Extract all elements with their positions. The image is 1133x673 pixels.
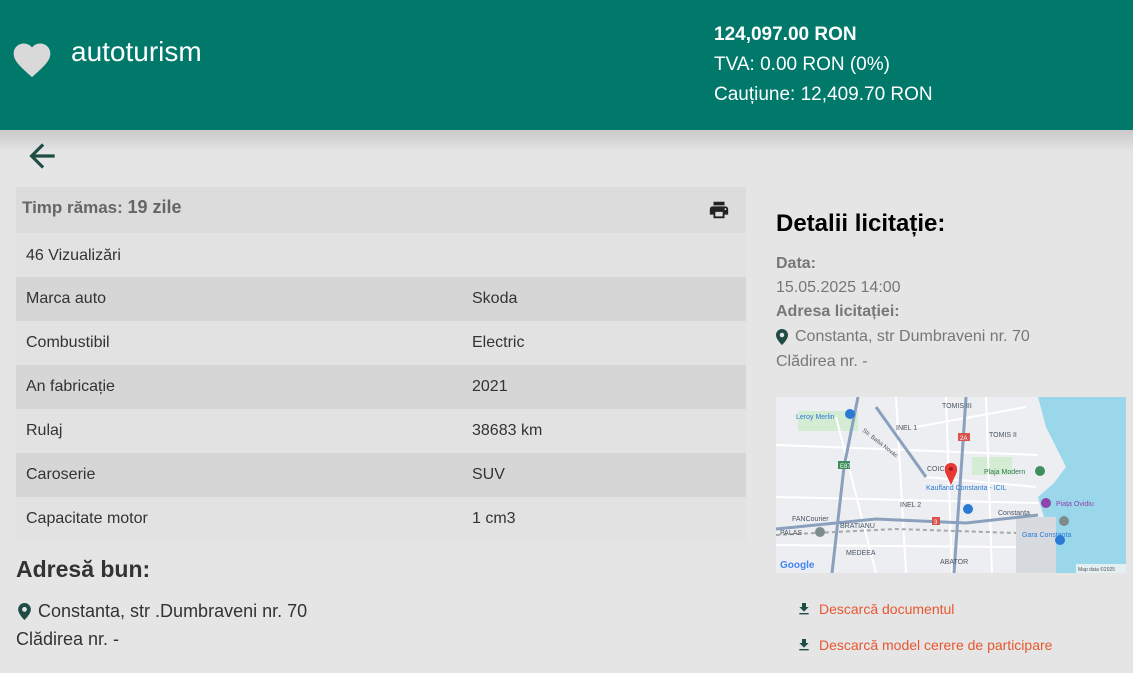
- download-model-label: Descarcă model cerere de participare: [819, 637, 1053, 653]
- spec-value: SUV: [472, 466, 505, 483]
- spec-value: 1 cm3: [472, 510, 516, 527]
- auction-address-text: Constanta, str Dumbraveni nr. 70: [795, 328, 1030, 345]
- spec-row: Capacitate motor 1 cm3: [16, 497, 746, 541]
- map-label: TOMIS III: [942, 403, 972, 410]
- heart-icon[interactable]: [10, 38, 54, 82]
- map-label: Leroy Merlin: [796, 414, 835, 421]
- map-label: Piața Ovidiu: [1056, 501, 1094, 508]
- map-label: INEL 1: [896, 425, 917, 432]
- auction-date-label: Data:: [776, 255, 817, 272]
- time-remaining-label: Timp rămas:: [22, 198, 123, 217]
- download-icon: [799, 639, 809, 651]
- spec-key: An fabricație: [26, 378, 115, 395]
- map-label: Plaja Modern: [984, 469, 1025, 476]
- landmark-marker-icon: [1059, 516, 1069, 526]
- map-label: TOMIS II: [989, 432, 1017, 439]
- map-canvas: TOMIS III TOMIS II Leroy Merlin INEL 1 S…: [776, 397, 1126, 573]
- spec-row: Marca auto Skoda: [16, 277, 746, 321]
- auction-date-value: 15.05.2025 14:00: [776, 279, 901, 296]
- map-label: E87: [840, 464, 851, 470]
- spec-value: Skoda: [472, 290, 518, 307]
- map-label: PALAS: [780, 530, 802, 537]
- views-count: 46 Vizualizări: [16, 233, 746, 277]
- spec-row: An fabricație 2021: [16, 365, 746, 409]
- details-panel: Timp rămas: 19 zile 46 Vizualizări Marca…: [16, 187, 746, 541]
- shop-marker-icon: [845, 409, 855, 419]
- spec-key: Marca auto: [26, 290, 107, 307]
- spec-key: Rulaj: [26, 422, 63, 439]
- spec-key: Combustibil: [26, 334, 110, 351]
- map-attribution: Map data ©2025: [1078, 566, 1115, 573]
- download-model-link[interactable]: Descarcă model cerere de participare: [796, 636, 1052, 654]
- spec-row: Rulaj 38683 km: [16, 409, 746, 453]
- spec-key: Caroserie: [26, 466, 96, 483]
- location-map[interactable]: TOMIS III TOMIS II Leroy Merlin INEL 1 S…: [776, 397, 1126, 573]
- map-label: Kaufland Constanta - ICIL: [926, 485, 1007, 492]
- time-remaining: Timp rămas: 19 zile: [22, 197, 182, 218]
- top-header: autoturism 124,097.00 RON TVA: 0.00 RON …: [0, 0, 1133, 130]
- poi-marker-icon: [815, 527, 825, 537]
- asset-address-text: Constanta, str .Dumbraveni nr. 70: [38, 601, 308, 621]
- spec-key: Capacitate motor: [26, 510, 148, 527]
- spec-row: Combustibil Electric: [16, 321, 746, 365]
- auction-title: Detalii licitație:: [776, 210, 946, 237]
- spec-value: Electric: [472, 334, 525, 351]
- map-label: INEL 2: [900, 502, 921, 509]
- map-label: BRATIANU: [840, 523, 875, 530]
- map-label: COICI: [927, 466, 947, 473]
- map-marker-icon: [776, 329, 788, 345]
- asset-building: Clădirea nr. -: [16, 629, 120, 649]
- price-tva: TVA: 0.00 RON (0%): [714, 54, 890, 75]
- time-remaining-value: 19 zile: [127, 197, 182, 217]
- download-icon: [799, 603, 809, 615]
- auction-address: Constanta, str Dumbraveni nr. 70: [776, 324, 1126, 350]
- map-label: ABATOR: [940, 559, 968, 566]
- price-caution: Cauțiune: 12,409.70 RON: [714, 84, 933, 105]
- train-marker-icon: [1055, 535, 1065, 545]
- landmark-marker-icon: [1041, 498, 1051, 508]
- page-title: autoturism: [71, 36, 202, 67]
- map-label: FANCourier: [792, 516, 829, 523]
- beach-marker-icon: [1035, 466, 1045, 476]
- auction-address-label: Adresa licitației:: [776, 303, 900, 320]
- spec-row: Caroserie SUV: [16, 453, 746, 497]
- map-label: 2A: [960, 436, 967, 442]
- spec-value: 38683 km: [472, 422, 543, 439]
- map-label: MEDEEA: [846, 550, 876, 557]
- asset-address: Constanta, str .Dumbraveni nr. 70: [18, 601, 307, 622]
- auction-building: Clădirea nr. -: [776, 353, 868, 370]
- price-total: 124,097.00 RON: [714, 24, 857, 45]
- header-shadow: [0, 130, 1133, 152]
- download-document-label: Descarcă documentul: [819, 601, 955, 617]
- asset-address-title: Adresă bun:: [16, 556, 151, 582]
- timer-bar: Timp rămas: 19 zile: [16, 187, 746, 233]
- auction-details: Detalii licitație: Data: 15.05.2025 14:0…: [776, 210, 1126, 374]
- spec-value: 2021: [472, 378, 508, 395]
- map-label: Constanța: [998, 510, 1030, 517]
- arrow-left-icon[interactable]: [22, 137, 62, 175]
- google-logo: Google: [780, 560, 815, 571]
- download-document-link[interactable]: Descarcă documentul: [796, 600, 954, 618]
- printer-icon[interactable]: [708, 199, 730, 221]
- shop-marker-icon: [963, 504, 973, 514]
- map-marker-icon: [18, 603, 31, 620]
